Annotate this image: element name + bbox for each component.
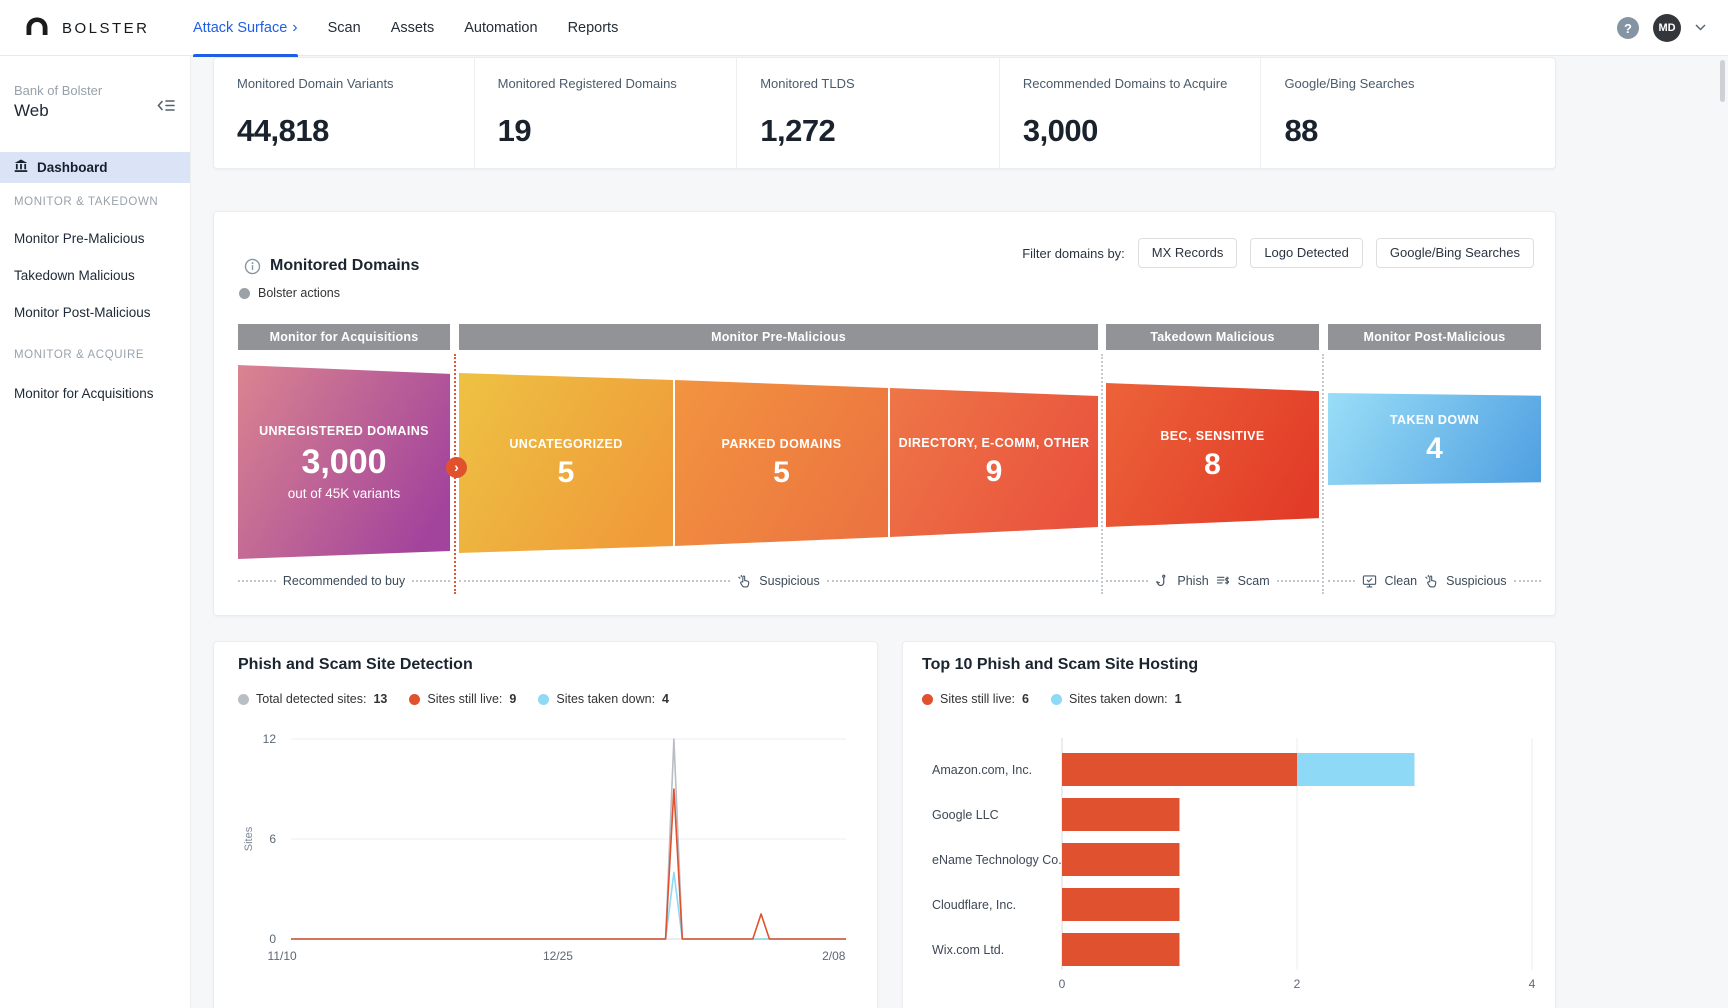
stage-separator [1322,354,1324,594]
info-icon[interactable] [244,258,261,280]
sidebar: Bank of Bolster Web Dashboard MONITOR & … [0,56,191,1008]
stat-recommended-domains: Recommended Domains to Acquire 3,000 [999,58,1261,168]
legend-item: Sites still live: 6 [922,692,1029,706]
footer-acquisitions: Recommended to buy [238,572,450,590]
stage-takedown-malicious: Takedown Malicious [1106,324,1319,350]
chart-title: Phish and Scam Site Detection [238,656,473,674]
nav-automation[interactable]: Automation [464,0,537,56]
segment-taken-down[interactable]: TAKEN DOWN 4 [1328,393,1541,485]
help-icon[interactable]: ? [1617,17,1639,39]
svg-text:6: 6 [269,832,276,846]
filter-mx-records-button[interactable]: MX Records [1138,238,1238,268]
svg-text:2: 2 [1294,977,1301,991]
nav-attack-surface[interactable]: Attack Surface› [193,0,298,56]
legend-dot [238,694,249,705]
hosting-chart-legend: Sites still live: 6 Sites taken down: 1 [922,692,1182,706]
segment-parked-domains[interactable]: PARKED DOMAINS 5 [675,380,888,546]
svg-text:0: 0 [269,932,276,946]
suspicious-icon [737,574,752,589]
legend-item: Sites taken down: 1 [1051,692,1182,706]
svg-text:12: 12 [263,732,277,746]
svg-text:Google LLC: Google LLC [932,808,999,822]
bank-icon [14,159,28,176]
legend-dot [409,694,420,705]
footer-postmalicious: Clean Suspicious [1328,572,1541,590]
svg-text:Sites: Sites [243,826,255,851]
stat-google-bing-searches: Google/Bing Searches 88 [1260,58,1555,168]
svg-text:eName Technology Co....: eName Technology Co.... [932,853,1072,867]
legend-dot [922,694,933,705]
svg-text:Wix.com Ltd.: Wix.com Ltd. [932,943,1004,957]
scam-icon [1216,574,1231,589]
stage-monitor-pre-malicious: Monitor Pre-Malicious [459,324,1098,350]
detection-chart-svg: 12 6 0 Sites 11/10 12/25 2/08 [214,714,879,1008]
svg-text:Cloudflare, Inc.: Cloudflare, Inc. [932,898,1016,912]
legend-item: Sites still live: 9 [409,692,516,706]
nav-reports[interactable]: Reports [568,0,619,56]
footer-premalicious: Suspicious [459,572,1098,590]
sidebar-item-takedown-malicious[interactable]: Takedown Malicious [14,268,135,283]
segment-directory-ecomm-other[interactable]: DIRECTORY, E-COMM, OTHER 9 [890,388,1098,537]
stage-monitor-post-malicious: Monitor Post-Malicious [1328,324,1541,350]
filter-google-bing-button[interactable]: Google/Bing Searches [1376,238,1534,268]
legend-dot [538,694,549,705]
stat-monitored-registered-domains: Monitored Registered Domains 19 [474,58,737,168]
chart-title: Top 10 Phish and Scam Site Hosting [922,656,1198,674]
stage-monitor-for-acquisitions: Monitor for Acquisitions [238,324,450,350]
legend-item: Total detected sites: 13 [238,692,387,706]
sidebar-item-dashboard[interactable]: Dashboard [0,152,190,183]
detection-chart-card: Phish and Scam Site Detection Total dete… [213,641,878,1008]
sidebar-item-monitor-post-malicious[interactable]: Monitor Post-Malicious [14,305,151,320]
top-nav: BOLSTER Attack Surface› Scan Assets Auto… [0,0,1728,56]
section-title: Monitored Domains [270,257,419,275]
collapse-sidebar-icon[interactable] [156,98,176,118]
nav-assets[interactable]: Assets [391,0,435,56]
chevron-right-icon: › [292,19,297,36]
svg-text:11/10: 11/10 [268,949,297,963]
sidebar-section-acquire: MONITOR & ACQUIRE [14,349,144,361]
svg-text:4: 4 [1529,977,1536,991]
filter-label: Filter domains by: [1022,246,1125,261]
phish-icon [1155,574,1170,589]
hosting-chart-svg: 0 2 4 Amazon.com, Inc. Google LLC eName Techn… [903,714,1557,1008]
svg-text:Amazon.com, Inc.: Amazon.com, Inc. [932,763,1032,777]
legend-item: Sites taken down: 4 [538,692,669,706]
bolster-logo-icon [24,16,50,41]
segment-uncategorized[interactable]: UNCATEGORIZED 5 [459,373,673,553]
stats-card: Monitored Domain Variants 44,818 Monitor… [213,57,1556,169]
hosting-chart-card: Top 10 Phish and Scam Site Hosting Sites… [902,641,1556,1008]
sidebar-item-label: Dashboard [37,160,108,175]
main-nav: Attack Surface› Scan Assets Automation R… [193,0,618,56]
flow-arrow-icon[interactable]: › [446,457,467,478]
clean-icon [1362,574,1377,589]
segment-unregistered-domains[interactable]: UNREGISTERED DOMAINS 3,000 out of 45K va… [238,365,450,559]
stat-monitored-domain-variants: Monitored Domain Variants 44,818 [214,58,474,168]
stat-monitored-tlds: Monitored TLDS 1,272 [736,58,999,168]
suspicious-icon [1424,574,1439,589]
svg-text:0: 0 [1059,977,1066,991]
bolster-actions-legend: Bolster actions [239,286,340,300]
svg-text:2/08: 2/08 [822,949,846,963]
workspace-name: Web [14,101,49,121]
footer-takedown: Phish Scam [1106,572,1319,590]
svg-text:12/25: 12/25 [543,949,573,963]
sidebar-item-monitor-pre-malicious[interactable]: Monitor Pre-Malicious [14,231,145,246]
legend-dot [1051,694,1062,705]
detection-chart-legend: Total detected sites: 13 Sites still live… [238,692,669,706]
org-name: Bank of Bolster [14,83,102,98]
sidebar-item-monitor-for-acquisitions[interactable]: Monitor for Acquisitions [14,386,154,401]
chevron-down-icon[interactable] [1695,22,1706,34]
legend-dot [239,288,250,299]
stage-separator [1101,354,1103,594]
scrollbar-thumb[interactable] [1720,60,1725,102]
monitored-domains-card: Monitored Domains Filter domains by: MX … [213,211,1556,616]
sidebar-section-takedown: MONITOR & TAKEDOWN [14,196,158,208]
segment-bec-sensitive[interactable]: BEC, SENSITIVE 8 [1106,383,1319,527]
brand-name: BOLSTER [62,20,150,37]
nav-scan[interactable]: Scan [328,0,361,56]
avatar[interactable]: MD [1653,14,1681,42]
filter-logo-detected-button[interactable]: Logo Detected [1250,238,1363,268]
brand: BOLSTER [24,0,150,56]
